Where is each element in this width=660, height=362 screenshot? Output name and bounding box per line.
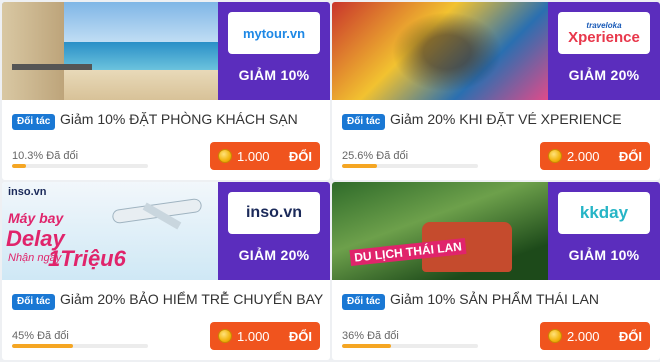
redeem-button[interactable]: 1.000 ĐỔI bbox=[210, 142, 320, 170]
discount-label: GIẢM 20% bbox=[238, 247, 310, 263]
redeem-label: ĐỔI bbox=[288, 149, 312, 164]
banner-line: Máy bay bbox=[8, 210, 64, 226]
discount-panel: traveloka Xperience GIẢM 20% bbox=[548, 2, 660, 100]
voucher-banner[interactable]: inso.vn Máy bay Delay Nhận ngay 1Triệu6 … bbox=[2, 182, 330, 280]
coin-icon bbox=[548, 149, 562, 163]
progress-bar bbox=[12, 164, 148, 168]
discount-label: GIẢM 10% bbox=[568, 247, 640, 263]
progress-bar bbox=[12, 344, 148, 348]
partner-tag: Đối tác bbox=[12, 114, 56, 130]
discount-label: GIẢM 10% bbox=[238, 67, 310, 83]
redeem-button[interactable]: 2.000 ĐỔI bbox=[540, 322, 650, 350]
partner-logo: inso.vn bbox=[228, 192, 320, 234]
voucher-title[interactable]: Giảm 20% KHI ĐẶT VÉ XPERIENCE bbox=[390, 111, 622, 127]
amusement-ride-photo bbox=[332, 2, 548, 100]
banner-line: 1Triệu6 bbox=[48, 246, 126, 271]
jungle-jeep-photo: DU LỊCH THÁI LAN bbox=[332, 182, 548, 280]
redeem-label: ĐỔI bbox=[618, 329, 642, 344]
voucher-grid: mytour.vn GIẢM 10% Đối tác Giảm 10% ĐẶT … bbox=[0, 0, 660, 362]
discount-panel: mytour.vn GIẢM 10% bbox=[218, 2, 330, 100]
progress-fill bbox=[12, 164, 26, 168]
voucher-info: Đối tác Giảm 10% SẢN PHẨM THÁI LAN 36% Đ… bbox=[332, 280, 660, 360]
banner-brand: inso.vn bbox=[8, 186, 47, 198]
voucher-banner[interactable]: traveloka Xperience GIẢM 20% bbox=[332, 2, 660, 100]
progress-bar bbox=[342, 344, 478, 348]
redeemed-percent: 25.6% Đã đổi bbox=[342, 150, 409, 162]
voucher-card[interactable]: mytour.vn GIẢM 10% Đối tác Giảm 10% ĐẶT … bbox=[2, 2, 330, 180]
partner-tag: Đối tác bbox=[342, 114, 386, 130]
redeem-label: ĐỔI bbox=[618, 149, 642, 164]
discount-panel: kkday GIẢM 10% bbox=[548, 182, 660, 280]
flight-delay-banner: inso.vn Máy bay Delay Nhận ngay 1Triệu6 bbox=[2, 182, 218, 280]
redeem-button[interactable]: 1.000 ĐỔI bbox=[210, 322, 320, 350]
coin-icon bbox=[218, 329, 232, 343]
voucher-card[interactable]: inso.vn Máy bay Delay Nhận ngay 1Triệu6 … bbox=[2, 182, 330, 360]
progress-bar bbox=[342, 164, 478, 168]
coin-price: 1.000 bbox=[237, 329, 270, 344]
partner-logo: mytour.vn bbox=[228, 12, 320, 54]
coin-icon bbox=[218, 149, 232, 163]
partner-logo: kkday bbox=[558, 192, 650, 234]
beach-photo bbox=[2, 2, 218, 100]
progress-fill bbox=[342, 164, 377, 168]
redeem-button[interactable]: 2.000 ĐỔI bbox=[540, 142, 650, 170]
partner-logo: traveloka Xperience bbox=[558, 12, 650, 54]
coin-price: 1.000 bbox=[237, 149, 270, 164]
voucher-title[interactable]: Giảm 10% ĐẶT PHÒNG KHÁCH SẠN bbox=[60, 111, 298, 127]
coin-icon bbox=[548, 329, 562, 343]
voucher-info: Đối tác Giảm 20% BẢO HIỂM TRỄ CHUYẾN BAY… bbox=[2, 280, 330, 360]
progress-fill bbox=[12, 344, 74, 348]
partner-tag: Đối tác bbox=[342, 294, 386, 310]
voucher-title[interactable]: Giảm 20% BẢO HIỂM TRỄ CHUYẾN BAY bbox=[60, 291, 323, 307]
voucher-info: Đối tác Giảm 10% ĐẶT PHÒNG KHÁCH SẠN 10.… bbox=[2, 100, 330, 180]
partner-tag: Đối tác bbox=[12, 294, 56, 310]
voucher-card[interactable]: traveloka Xperience GIẢM 20% Đối tác Giả… bbox=[332, 2, 660, 180]
voucher-title[interactable]: Giảm 10% SẢN PHẨM THÁI LAN bbox=[390, 291, 599, 307]
redeemed-percent: 45% Đã đổi bbox=[12, 330, 69, 342]
discount-label: GIẢM 20% bbox=[568, 67, 640, 83]
coin-price: 2.000 bbox=[567, 329, 600, 344]
voucher-banner[interactable]: mytour.vn GIẢM 10% bbox=[2, 2, 330, 100]
voucher-banner[interactable]: DU LỊCH THÁI LAN kkday GIẢM 10% bbox=[332, 182, 660, 280]
progress-fill bbox=[342, 344, 391, 348]
coin-price: 2.000 bbox=[567, 149, 600, 164]
voucher-info: Đối tác Giảm 20% KHI ĐẶT VÉ XPERIENCE 25… bbox=[332, 100, 660, 180]
discount-panel: inso.vn GIẢM 20% bbox=[218, 182, 330, 280]
redeemed-percent: 10.3% Đã đổi bbox=[12, 150, 79, 162]
redeemed-percent: 36% Đã đổi bbox=[342, 330, 399, 342]
redeem-label: ĐỔI bbox=[288, 329, 312, 344]
voucher-card[interactable]: DU LỊCH THÁI LAN kkday GIẢM 10% Đối tác … bbox=[332, 182, 660, 360]
